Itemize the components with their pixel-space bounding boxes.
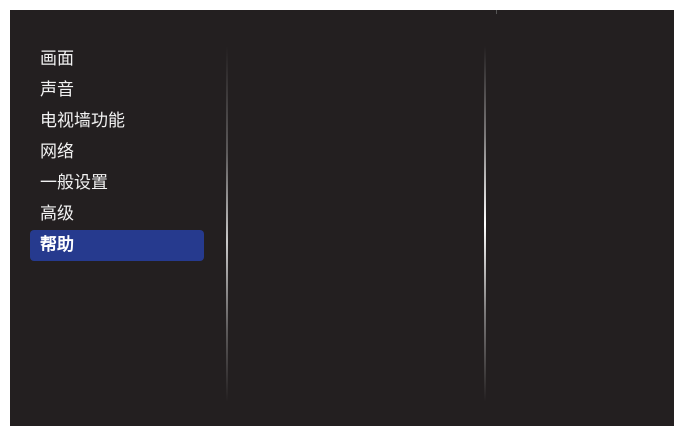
osd-menu-screen: 画面 声音 电视墙功能 网络 一般设置 高级 帮助 <box>10 10 674 426</box>
top-edge-mark <box>496 10 497 14</box>
column-divider-right <box>484 46 486 402</box>
column-divider-left <box>226 46 228 402</box>
menu-item-help[interactable]: 帮助 <box>30 230 204 261</box>
menu-item-general-settings[interactable]: 一般设置 <box>30 168 204 199</box>
menu-item-picture[interactable]: 画面 <box>30 44 204 75</box>
main-menu: 画面 声音 电视墙功能 网络 一般设置 高级 帮助 <box>30 44 204 261</box>
menu-item-network[interactable]: 网络 <box>30 137 204 168</box>
menu-item-sound[interactable]: 声音 <box>30 75 204 106</box>
menu-item-advanced[interactable]: 高级 <box>30 199 204 230</box>
menu-item-tiling[interactable]: 电视墙功能 <box>30 106 204 137</box>
